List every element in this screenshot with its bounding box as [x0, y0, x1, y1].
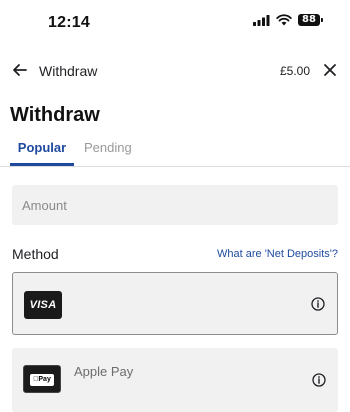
method-label: Method	[12, 246, 59, 262]
info-icon[interactable]	[312, 373, 326, 387]
cellular-signal-icon	[253, 14, 270, 26]
status-icons: 88	[253, 14, 323, 26]
back-arrow-icon[interactable]	[10, 60, 30, 80]
payment-method-visa[interactable]: VISA	[12, 272, 338, 335]
visa-logo: VISA	[24, 291, 62, 319]
page-title: Withdraw	[10, 104, 100, 126]
tab-bar: Popular Pending	[0, 136, 350, 167]
active-tab-indicator	[10, 163, 74, 166]
net-deposits-help-link[interactable]: What are 'Net Deposits'?	[217, 248, 338, 260]
nav-title: Withdraw	[39, 63, 98, 79]
info-icon[interactable]	[311, 297, 325, 311]
battery-icon: 88	[298, 14, 323, 26]
payment-method-apple-pay[interactable]: Pay Apple Pay	[12, 348, 338, 412]
wifi-icon	[276, 14, 292, 26]
tab-popular[interactable]: Popular	[10, 140, 74, 155]
top-navigation: Withdraw £5.00	[0, 56, 350, 86]
apple-pay-logo-text: Pay	[30, 374, 54, 386]
tab-pending[interactable]: Pending	[84, 140, 132, 155]
close-icon[interactable]	[322, 62, 338, 78]
amount-input[interactable]	[12, 185, 338, 225]
status-bar: 12:14 88	[0, 0, 350, 44]
status-time: 12:14	[48, 14, 90, 31]
payment-method-name: Apple Pay	[74, 364, 134, 379]
apple-pay-logo: Pay	[23, 365, 61, 393]
account-balance: £5.00	[279, 64, 310, 78]
